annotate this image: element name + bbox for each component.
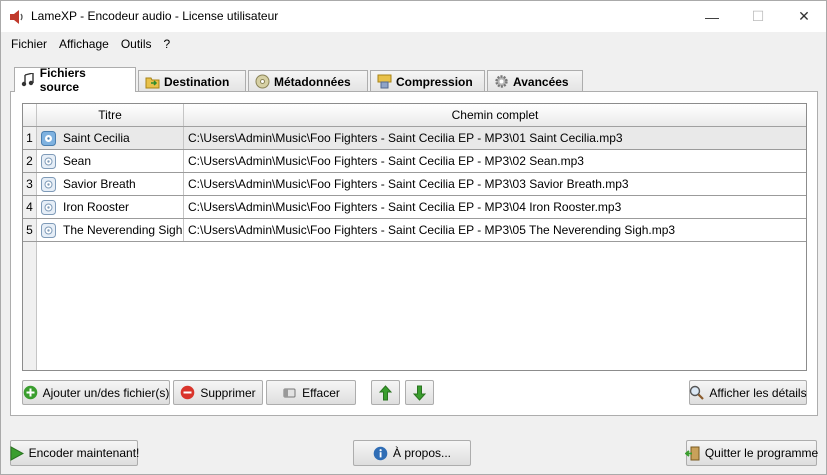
tab-fichiers-source[interactable]: Fichiers source [14, 66, 136, 94]
close-button[interactable]: ✕ [781, 1, 827, 32]
about-label: À propos... [392, 446, 452, 460]
table-header: Titre Chemin complet [23, 104, 806, 127]
audio-file-icon [41, 222, 56, 238]
press-icon [377, 74, 392, 89]
row-title-cell: Savior Breath [37, 173, 184, 195]
tab-avancees[interactable]: Avancées [487, 70, 583, 92]
window-title: LameXP - Encodeur audio - License utilis… [31, 9, 279, 23]
add-files-button[interactable]: Ajouter un/des fichier(s) [22, 380, 170, 405]
track-path: C:\Users\Admin\Music\Foo Fighters - Sain… [188, 223, 676, 237]
header-corner [23, 104, 37, 126]
track-path: C:\Users\Admin\Music\Foo Fighters - Sain… [188, 154, 584, 168]
tab-panel-fichiers-source: Titre Chemin complet 1 Saint Cecilia C:\… [10, 91, 818, 416]
file-table[interactable]: Titre Chemin complet 1 Saint Cecilia C:\… [22, 103, 807, 371]
audio-file-icon [41, 130, 56, 146]
clear-button[interactable]: Effacer [266, 380, 356, 405]
row-number: 3 [23, 173, 37, 195]
title-bar: LameXP - Encodeur audio - License utilis… [1, 1, 826, 32]
speaker-icon [10, 10, 23, 24]
track-title: Savior Breath [63, 177, 136, 191]
clear-label: Effacer [302, 385, 340, 400]
menu-help[interactable]: ? [158, 33, 177, 55]
column-header-titre[interactable]: Titre [37, 104, 184, 126]
tab-label: Avancées [513, 74, 569, 89]
remove-button[interactable]: Supprimer [173, 380, 263, 405]
track-title: Saint Cecilia [63, 131, 130, 145]
row-title-cell: Saint Cecilia [37, 127, 184, 149]
table-row[interactable]: 4 Iron Rooster C:\Users\Admin\Music\Foo … [23, 196, 806, 219]
info-icon [373, 446, 388, 461]
row-title-cell: Sean [37, 150, 184, 172]
show-details-label: Afficher les détails [709, 385, 807, 400]
menu-bar: Fichier Affichage Outils ? [1, 32, 826, 56]
eraser-icon [282, 385, 297, 400]
folder-arrow-icon [145, 74, 160, 89]
track-title: Iron Rooster [63, 200, 130, 214]
app-window: LameXP - Encodeur audio - License utilis… [0, 0, 827, 475]
track-path: C:\Users\Admin\Music\Foo Fighters - Sain… [188, 177, 629, 191]
tab-label: Compression [396, 74, 473, 89]
track-path: C:\Users\Admin\Music\Foo Fighters - Sain… [188, 131, 623, 145]
add-files-label: Ajouter un/des fichier(s) [42, 385, 170, 400]
minus-icon [180, 385, 195, 400]
move-down-button[interactable] [405, 380, 434, 405]
arrow-up-icon [379, 384, 392, 400]
menu-affichage[interactable]: Affichage [53, 33, 115, 55]
row-number: 5 [23, 219, 37, 241]
tab-label: Métadonnées [274, 74, 351, 89]
table-row[interactable]: 3 Savior Breath C:\Users\Admin\Music\Foo… [23, 173, 806, 196]
audio-file-icon [41, 153, 56, 169]
play-icon [9, 445, 24, 461]
row-title-cell: Iron Rooster [37, 196, 184, 218]
audio-file-icon [41, 176, 56, 192]
quit-label: Quitter le programme [704, 446, 819, 460]
about-button[interactable]: À propos... [353, 440, 471, 466]
music-note-icon [21, 73, 36, 88]
track-path: C:\Users\Admin\Music\Foo Fighters - Sain… [188, 200, 622, 214]
tab-compression[interactable]: Compression [370, 70, 485, 92]
plus-icon [23, 385, 38, 400]
tab-metadonnees[interactable]: Métadonnées [248, 70, 368, 92]
move-up-button[interactable] [371, 380, 400, 405]
table-row[interactable]: 5 The Neverending Sigh C:\Users\Admin\Mu… [23, 219, 806, 242]
row-title-cell: The Neverending Sigh [37, 219, 184, 241]
show-details-button[interactable]: Afficher les détails [689, 380, 807, 405]
exit-door-icon [684, 446, 700, 461]
audio-file-icon [41, 199, 56, 215]
gear-icon [494, 74, 509, 89]
remove-label: Supprimer [200, 385, 256, 400]
maximize-button[interactable]: ☐ [735, 1, 781, 32]
disc-icon [255, 74, 270, 89]
column-header-chemin[interactable]: Chemin complet [184, 104, 806, 126]
row-number: 2 [23, 150, 37, 172]
track-title: Sean [63, 154, 92, 168]
magnifier-icon [689, 385, 705, 400]
menu-fichier[interactable]: Fichier [5, 33, 53, 55]
track-title: The Neverending Sigh [63, 223, 183, 237]
table-row[interactable]: 2 Sean C:\Users\Admin\Music\Foo Fighters… [23, 150, 806, 173]
tab-label: Destination [164, 74, 230, 89]
encode-button[interactable]: Encoder maintenant! [9, 440, 140, 466]
arrow-down-icon [413, 385, 426, 401]
row-number: 1 [23, 127, 37, 149]
menu-outils[interactable]: Outils [115, 33, 158, 55]
tab-label: Fichiers source [39, 66, 86, 94]
row-number: 4 [23, 196, 37, 218]
encode-label: Encoder maintenant! [28, 446, 140, 460]
table-row[interactable]: 1 Saint Cecilia C:\Users\Admin\Music\Foo… [23, 127, 806, 150]
tab-destination[interactable]: Destination [138, 70, 246, 92]
quit-button[interactable]: Quitter le programme [684, 440, 819, 466]
minimize-button[interactable]: — [689, 1, 735, 32]
